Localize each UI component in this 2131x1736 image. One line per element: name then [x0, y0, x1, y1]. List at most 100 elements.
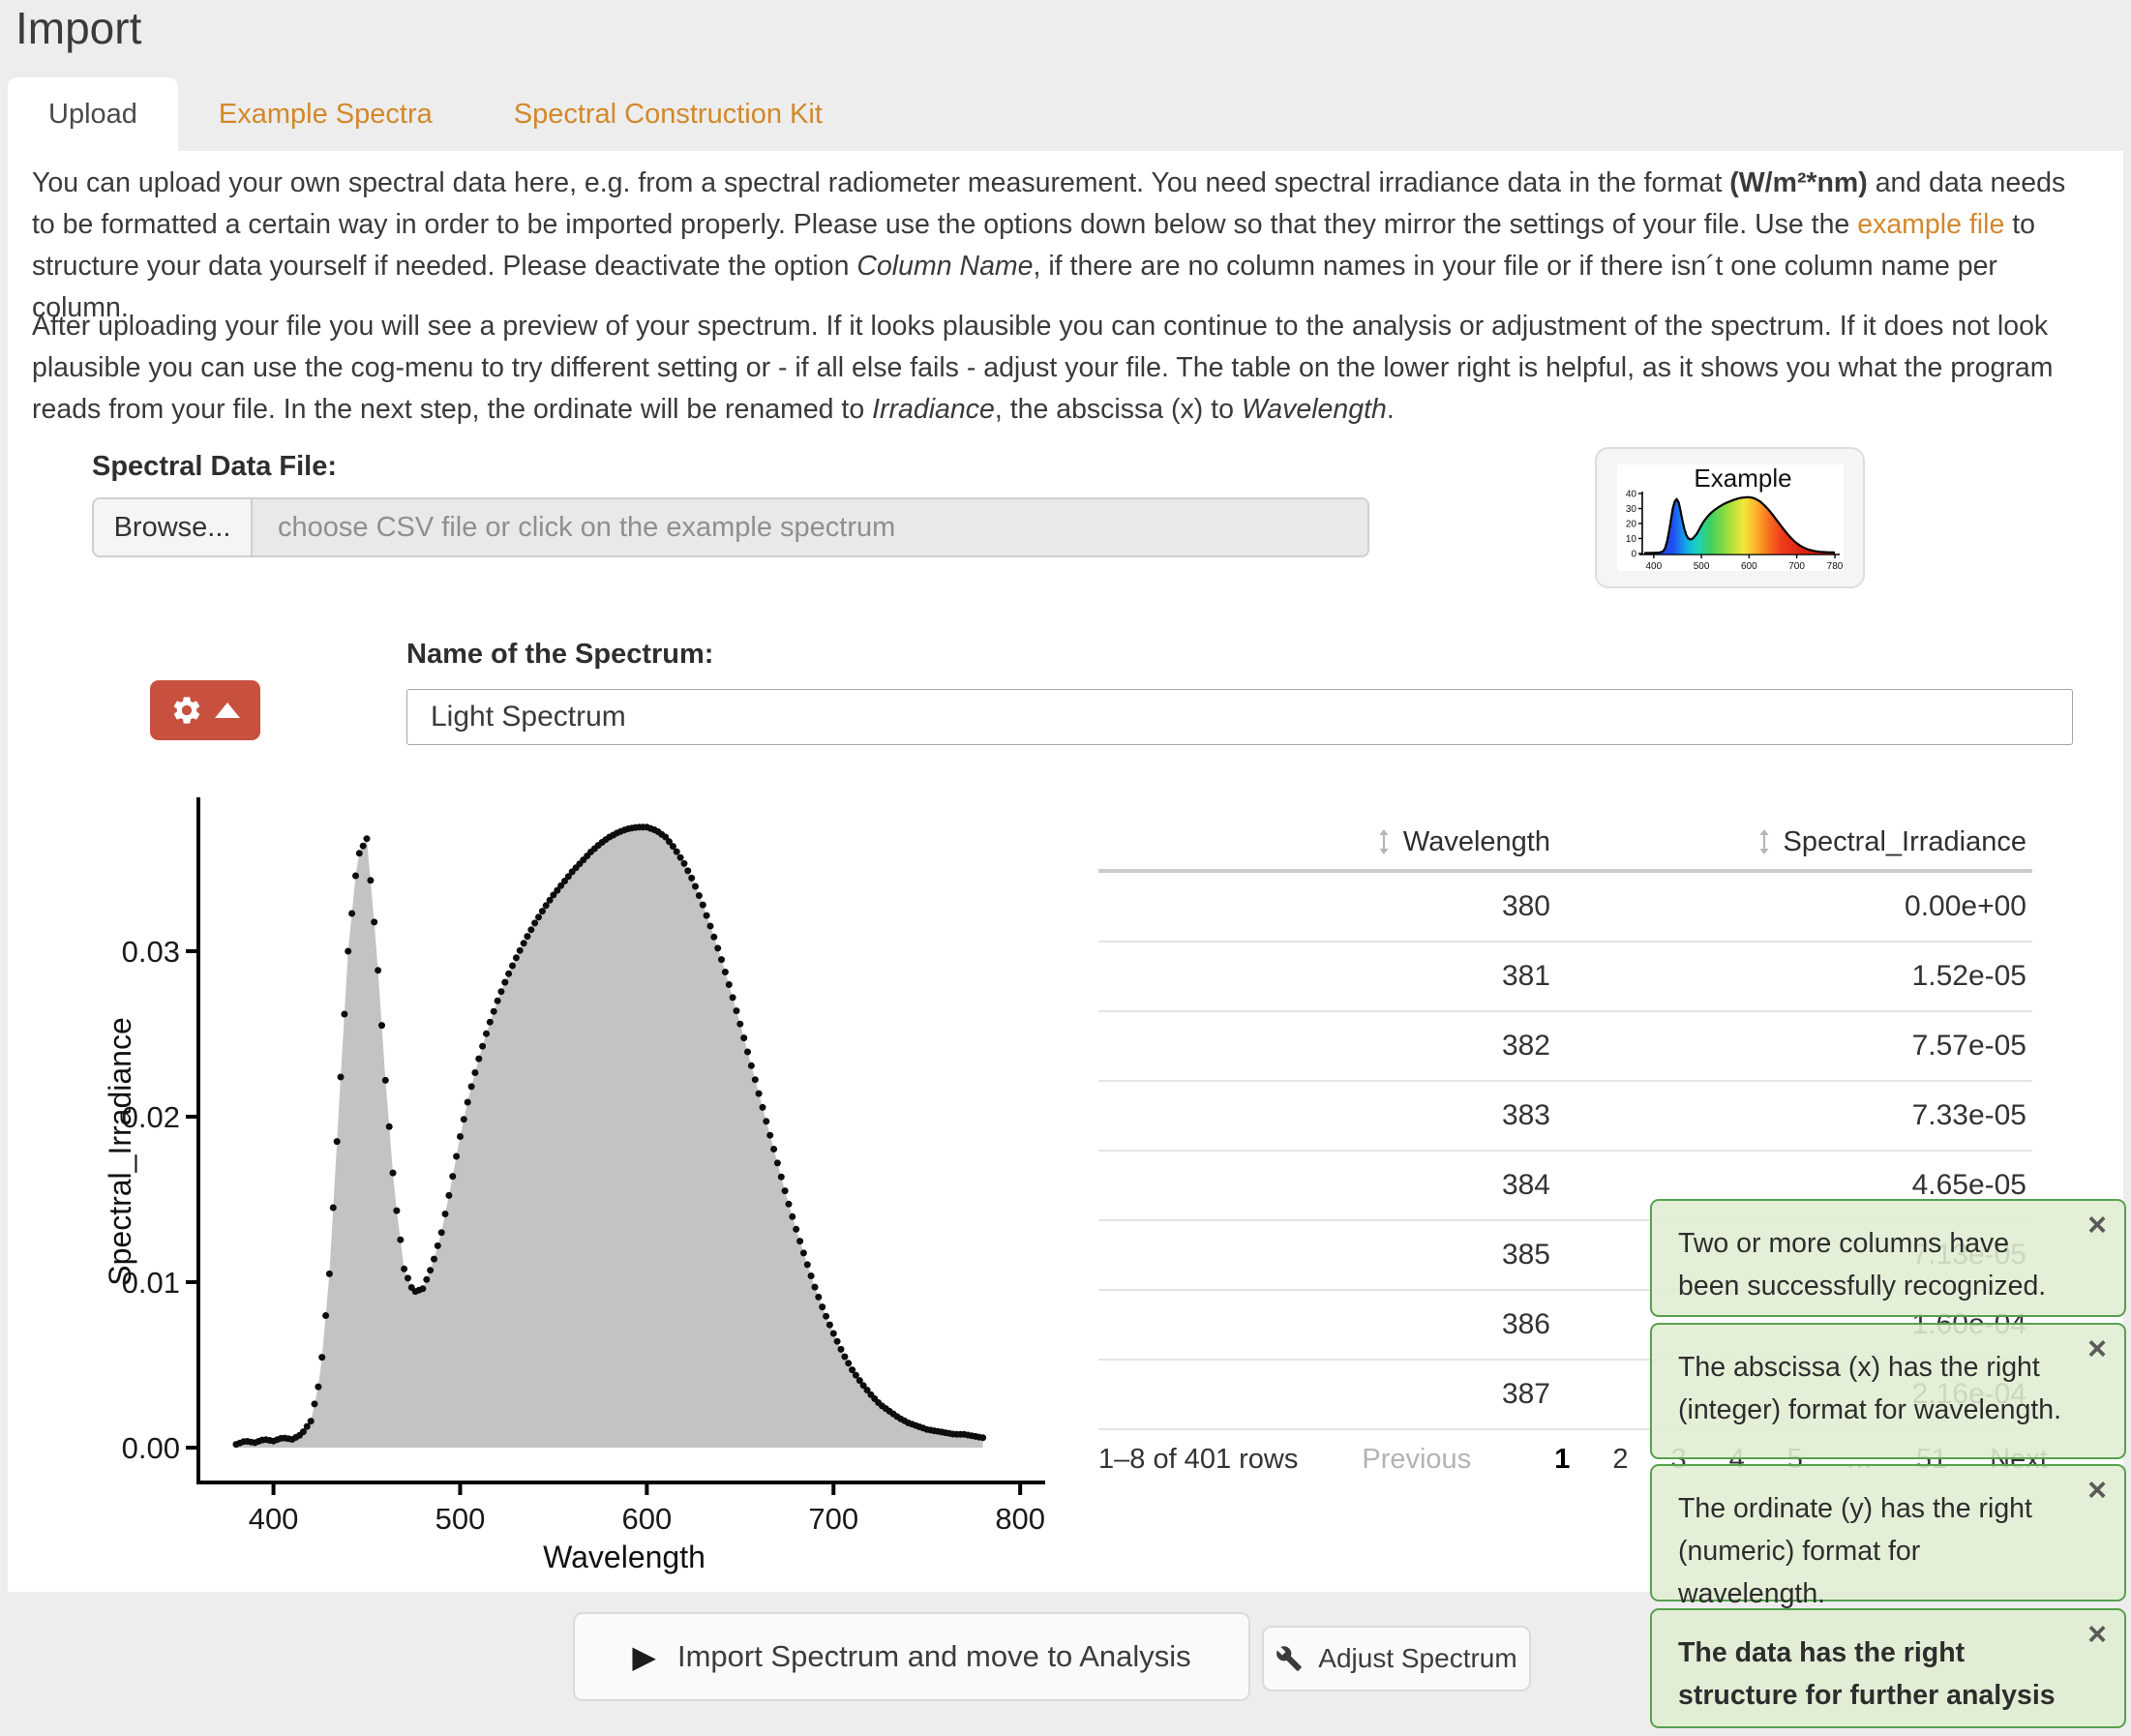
y-tick-label: 0.00	[122, 1431, 180, 1465]
data-point	[438, 1229, 445, 1236]
table-cell-wavelength: 387	[1098, 1378, 1550, 1411]
data-point	[382, 1077, 389, 1084]
data-point	[356, 850, 363, 856]
data-point	[766, 1132, 773, 1139]
close-icon[interactable]: ×	[2087, 1618, 2107, 1651]
toast-text: The data has the right structure for fur…	[1678, 1637, 2056, 1711]
close-icon[interactable]: ×	[2087, 1209, 2107, 1242]
data-point	[782, 1187, 789, 1194]
tab-upload[interactable]: Upload	[8, 77, 178, 151]
data-point	[338, 1074, 345, 1081]
table-cell-irradiance: 1.52e-05	[1550, 960, 2026, 993]
data-point	[800, 1249, 807, 1256]
toast-text: Two or more columns have been successful…	[1678, 1228, 2046, 1302]
import-spectrum-button[interactable]: ▶ Import Spectrum and move to Analysis	[573, 1612, 1250, 1701]
pagination-page-1[interactable]: 1	[1554, 1444, 1570, 1476]
data-point	[375, 967, 381, 973]
toast-columns-recognized: Two or more columns have been successful…	[1650, 1199, 2126, 1317]
data-point	[760, 1104, 766, 1111]
data-point	[688, 875, 695, 882]
data-point	[744, 1049, 751, 1056]
data-point	[371, 918, 377, 925]
toast-ordinate-format: The ordinate (y) has the right (numeric)…	[1650, 1464, 2126, 1601]
y-tick-label: 0.03	[122, 935, 180, 969]
gear-button[interactable]	[150, 680, 260, 740]
irradiance-italic: Irradiance	[872, 394, 995, 425]
data-point	[789, 1213, 795, 1220]
data-point	[405, 1274, 411, 1281]
data-point	[513, 954, 520, 961]
file-input[interactable]	[253, 499, 1367, 555]
x-tick-label: 800	[995, 1502, 1045, 1536]
tab-spectral-construction-kit[interactable]: Spectral Construction Kit	[473, 77, 863, 151]
data-point	[826, 1322, 833, 1329]
data-point	[401, 1266, 407, 1272]
y-tick-label: 40	[1625, 490, 1636, 500]
data-point	[740, 1034, 747, 1041]
column-header-label: Wavelength	[1403, 826, 1550, 858]
browse-button[interactable]: Browse...	[94, 499, 253, 555]
example-spectrum-chart: Example010203040400500600700780	[1617, 464, 1844, 571]
data-point	[364, 835, 371, 842]
column-header-wavelength[interactable]: Wavelength	[1098, 826, 1550, 858]
data-point	[419, 1285, 426, 1292]
table-cell-wavelength: 380	[1098, 890, 1550, 923]
example-spectrum-image[interactable]: Example010203040400500600700780	[1617, 464, 1844, 571]
intro-paragraph-2: After uploading your file you will see a…	[32, 306, 2095, 431]
data-point	[696, 892, 703, 899]
y-tick-label: 30	[1625, 504, 1636, 515]
data-point	[386, 1123, 393, 1130]
data-point	[479, 1043, 486, 1050]
data-point	[461, 1116, 467, 1122]
table-row: 3800.00e+00	[1098, 873, 2032, 943]
data-point	[435, 1242, 441, 1249]
table-row: 3837.33e-05	[1098, 1082, 2032, 1152]
y-tick-label: 0	[1631, 550, 1636, 560]
spectrum-name-input[interactable]	[406, 689, 2073, 745]
column-header-spectral-irradiance[interactable]: Spectral_Irradiance	[1550, 826, 2026, 858]
close-icon[interactable]: ×	[2087, 1474, 2107, 1507]
x-tick-label: 400	[1645, 561, 1662, 571]
data-point	[521, 940, 527, 946]
close-icon[interactable]: ×	[2087, 1332, 2107, 1365]
data-point	[390, 1170, 397, 1177]
example-spectrum-card[interactable]: Example010203040400500600700780	[1595, 447, 1865, 588]
import-button-label: Import Spectrum and move to Analysis	[677, 1639, 1191, 1674]
data-point	[312, 1400, 318, 1407]
data-point	[808, 1272, 815, 1279]
data-point	[734, 1007, 740, 1014]
gear-icon	[170, 694, 203, 727]
pagination-previous[interactable]: Previous	[1362, 1444, 1471, 1476]
data-point	[341, 1011, 347, 1018]
caret-up-icon	[215, 703, 240, 718]
data-point	[707, 923, 714, 930]
format-bold-text: (W/m²*nm)	[1729, 167, 1867, 198]
data-point	[796, 1238, 803, 1244]
sort-icon	[1756, 829, 1772, 854]
data-point	[778, 1174, 785, 1181]
table-cell-wavelength: 384	[1098, 1169, 1550, 1202]
pagination-page-2[interactable]: 2	[1612, 1444, 1628, 1476]
column-name-italic: Column Name	[856, 251, 1033, 282]
data-point	[495, 998, 501, 1004]
adjust-spectrum-button[interactable]: Adjust Spectrum	[1262, 1626, 1531, 1691]
table-row: 3811.52e-05	[1098, 943, 2032, 1012]
data-point	[487, 1019, 494, 1026]
data-point	[491, 1008, 497, 1015]
data-point	[397, 1237, 404, 1243]
play-icon: ▶	[632, 1638, 656, 1675]
data-point	[539, 908, 546, 914]
table-cell-irradiance: 0.00e+00	[1550, 890, 2026, 923]
tab-example-spectra[interactable]: Example Spectra	[178, 77, 473, 151]
pagination-info: 1–8 of 401 rows	[1098, 1444, 1298, 1476]
data-point	[517, 947, 524, 954]
example-title: Example	[1694, 464, 1791, 493]
data-point	[726, 981, 733, 988]
table-cell-irradiance: 7.57e-05	[1550, 1030, 2026, 1063]
table-row: 3827.57e-05	[1098, 1012, 2032, 1082]
x-axis-title: Wavelength	[543, 1540, 705, 1574]
example-file-link[interactable]: example file	[1857, 209, 2004, 240]
adjust-button-label: Adjust Spectrum	[1318, 1643, 1516, 1674]
file-upload-group[interactable]: Browse...	[92, 497, 1369, 557]
data-point	[838, 1346, 845, 1353]
